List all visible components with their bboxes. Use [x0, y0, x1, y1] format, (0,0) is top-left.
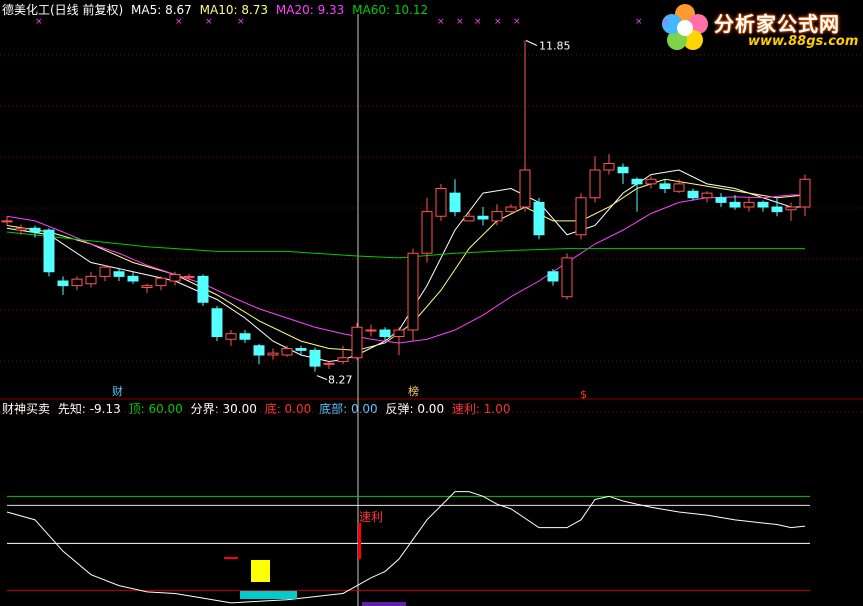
bottom-purple-bar	[362, 602, 406, 606]
candle-up	[351, 326, 363, 359]
candle-up	[141, 285, 153, 288]
low-label: 8.27	[328, 374, 353, 387]
candle-down	[477, 215, 489, 220]
candle-up	[99, 266, 111, 277]
high-pointer	[525, 40, 538, 46]
candle-down	[309, 349, 321, 367]
candle-down	[729, 201, 741, 208]
candle-down	[449, 192, 461, 213]
candle-up	[505, 206, 517, 213]
candle-up	[267, 352, 279, 356]
candle-down	[43, 229, 55, 273]
candle-up	[71, 278, 83, 287]
candle-up	[15, 227, 27, 231]
candle-down	[211, 308, 223, 337]
top-marker: ×	[513, 17, 521, 27]
small-signal-bar	[224, 557, 238, 559]
top-marker: ×	[456, 17, 464, 27]
top-marker: ×	[437, 17, 445, 27]
candle-down	[113, 271, 125, 277]
ma5-line	[6, 169, 805, 362]
candle-down	[533, 201, 545, 236]
candle-down	[197, 275, 209, 303]
candle-down	[659, 183, 671, 189]
top-marker: ×	[237, 17, 245, 27]
candle-up	[561, 257, 573, 298]
ma20-line	[6, 194, 805, 344]
marker-dollar: $	[580, 388, 587, 401]
candle-up	[799, 178, 811, 208]
candle-down	[631, 178, 643, 185]
suli-signal-bar	[358, 523, 361, 559]
candle-up	[435, 188, 447, 217]
candle-up	[169, 274, 181, 282]
candle-up	[393, 329, 405, 337]
top-marker: ×	[474, 17, 482, 27]
candle-down	[757, 201, 769, 208]
candle-up	[673, 183, 685, 192]
candle-down	[715, 197, 727, 203]
candle-down	[29, 227, 41, 233]
candle-down	[57, 280, 69, 287]
top-marker: ×	[494, 17, 502, 27]
candle-up	[183, 275, 195, 278]
candle-up	[85, 275, 97, 285]
candle-up	[421, 211, 433, 254]
candle-down	[253, 345, 265, 356]
ma10-line	[6, 178, 806, 351]
stock-chart[interactable]: × × × × × × × × × × × 11.85 8.27 财 榜 $ 速利	[0, 0, 863, 606]
buy-signal-block	[251, 560, 270, 582]
candle-down	[617, 166, 629, 174]
candle-up	[155, 277, 167, 287]
top-marker: ×	[635, 17, 643, 27]
candle-up	[1, 220, 13, 223]
candle-up	[589, 169, 601, 199]
candle-up	[743, 201, 755, 208]
candle-up	[337, 357, 349, 362]
bottom-signal-block	[240, 591, 297, 599]
top-marker: ×	[35, 17, 43, 27]
top-marker: ×	[662, 17, 670, 27]
candle-up	[701, 192, 713, 199]
candle-up	[365, 329, 377, 332]
top-marker: ×	[205, 17, 213, 27]
high-label: 11.85	[539, 40, 571, 53]
candle-up	[407, 252, 419, 331]
suli-signal-label: 速利	[359, 510, 383, 524]
low-pointer	[316, 375, 328, 381]
candle-down	[547, 271, 559, 282]
candle-down	[379, 329, 391, 337]
candle-down	[687, 190, 699, 199]
candle-down	[127, 275, 139, 282]
candle-down	[771, 206, 783, 213]
candle-up	[225, 333, 237, 340]
candle-up	[603, 163, 615, 171]
top-marker: ×	[175, 17, 183, 27]
candle-up	[281, 348, 293, 356]
candle-up	[323, 362, 335, 365]
candle-up	[575, 197, 587, 236]
candle-up	[463, 215, 475, 222]
candle-down	[295, 348, 307, 351]
candle-up	[491, 211, 503, 222]
candle-up	[645, 178, 657, 185]
marker-bang: 榜	[408, 384, 419, 398]
candle-up	[785, 206, 797, 211]
candle-up	[519, 169, 531, 208]
xianzhi-line	[6, 491, 806, 604]
ma60-line	[6, 231, 805, 259]
marker-cai: 财	[112, 384, 123, 398]
candle-down	[239, 333, 251, 340]
